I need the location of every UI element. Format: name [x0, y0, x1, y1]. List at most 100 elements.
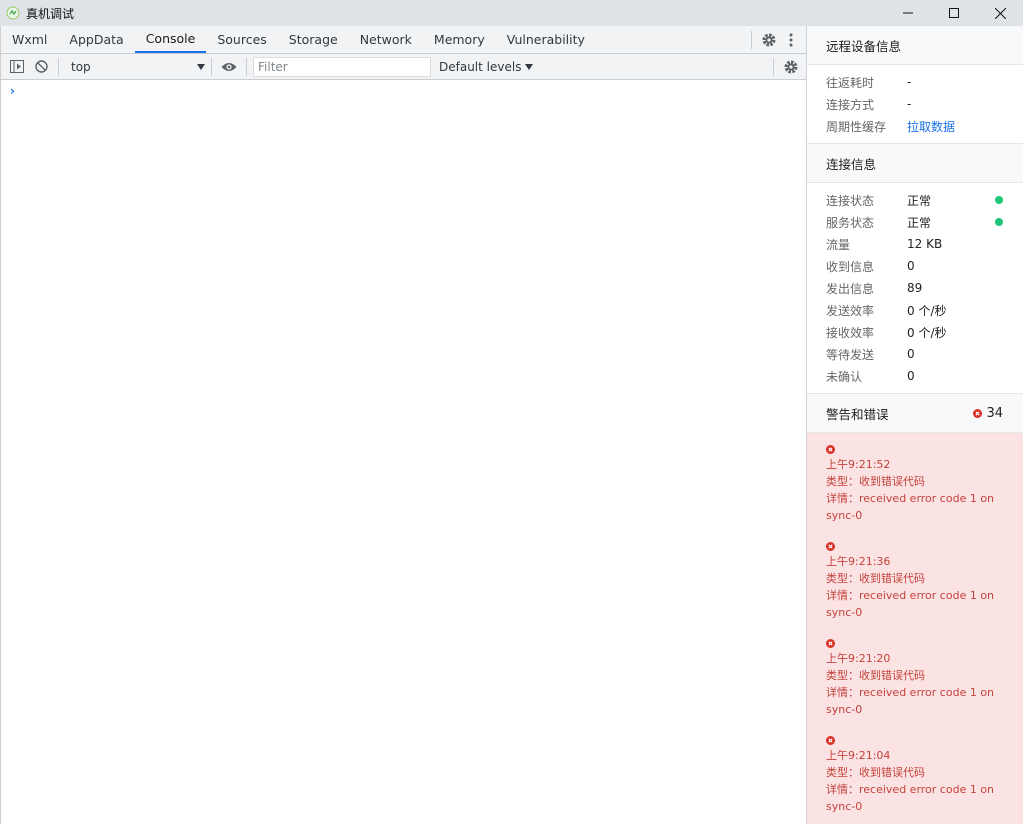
info-value: 0: [907, 347, 915, 361]
eye-icon: [221, 62, 237, 71]
info-key: 等待发送: [826, 347, 875, 362]
error-entry: 上午9:21:20 类型：收到错误代码 详情：received error co…: [826, 639, 1015, 718]
close-button[interactable]: [977, 0, 1023, 26]
tab-console[interactable]: Console: [134, 26, 207, 53]
error-entry: 上午9:21:52 类型：收到错误代码 详情：received error co…: [826, 445, 1015, 524]
sidebar-toggle-icon: [10, 60, 24, 73]
error-entry: 上午9:21:04 类型：收到错误代码 详情：received error co…: [826, 736, 1015, 815]
toggle-sidebar-button[interactable]: [6, 56, 28, 78]
status-dot: [995, 218, 1003, 226]
error-list[interactable]: 上午9:21:52 类型：收到错误代码 详情：received error co…: [807, 433, 1023, 824]
console-toolbar: top Default levels: [1, 54, 806, 80]
devtools-pane: Wxml AppData Console Sources Storage Net…: [0, 26, 806, 824]
info-value: 0 个/秒: [907, 325, 947, 340]
info-value: 0 个/秒: [907, 303, 947, 318]
error-type: 类型：收到错误代码: [826, 766, 925, 779]
error-icon: [973, 408, 983, 418]
info-row: 服务状态 正常: [807, 211, 1023, 233]
tab-sources[interactable]: Sources: [206, 26, 277, 53]
context-select[interactable]: top: [65, 60, 205, 74]
error-time: 上午9:21:20: [826, 652, 891, 665]
gear-icon: [784, 60, 798, 74]
error-entry: 上午9:21:36 类型：收到错误代码 详情：received error co…: [826, 542, 1015, 621]
maximize-button[interactable]: [931, 0, 977, 26]
error-icon: [826, 542, 835, 551]
maximize-icon: [949, 8, 959, 18]
info-key: 服务状态: [826, 215, 875, 230]
console-settings-button[interactable]: [780, 56, 802, 78]
window-title: 真机调试: [26, 6, 75, 21]
info-key: 收到信息: [826, 259, 875, 274]
info-row: 周期性缓存 拉取数据: [807, 115, 1023, 137]
dropdown-triangle-icon: [525, 63, 534, 70]
clear-console-button[interactable]: [30, 56, 52, 78]
tab-storage[interactable]: Storage: [278, 26, 349, 53]
minimize-button[interactable]: [885, 0, 931, 26]
info-value: 正常: [907, 193, 932, 208]
log-levels-select[interactable]: Default levels: [439, 60, 534, 74]
live-expression-button[interactable]: [218, 56, 240, 78]
info-value: 12 KB: [907, 237, 943, 251]
info-key: 发送效率: [826, 303, 875, 318]
tab-network[interactable]: Network: [349, 26, 423, 53]
tab-vulnerability[interactable]: Vulnerability: [496, 26, 596, 53]
info-row: 发出信息 89: [807, 277, 1023, 299]
info-key: 发出信息: [826, 281, 875, 296]
app-logo-icon: [6, 6, 20, 20]
divider: [211, 57, 212, 76]
info-value: 0: [907, 259, 915, 273]
info-key: 接收效率: [826, 325, 875, 340]
info-key: 流量: [826, 237, 851, 252]
pull-data-link[interactable]: 拉取数据: [907, 118, 955, 135]
connection-info: 连接状态 正常 服务状态 正常 流量 12 KB 收到信息 0 发出信息 89 …: [807, 183, 1023, 394]
remote-device-info: 往返耗时 - 连接方式 - 周期性缓存 拉取数据: [807, 65, 1023, 144]
info-row: 等待发送 0: [807, 343, 1023, 365]
error-time: 上午9:21:36: [826, 555, 891, 568]
more-vertical-icon: [789, 33, 793, 47]
info-row: 连接方式 -: [807, 93, 1023, 115]
divider: [751, 31, 752, 49]
warnings-errors-title: 警告和错误: [826, 406, 889, 422]
more-options-button[interactable]: [780, 29, 802, 51]
info-row: 未确认 0: [807, 365, 1023, 387]
info-value: 正常: [907, 215, 932, 230]
close-icon: [994, 7, 1006, 19]
error-icon: [826, 445, 835, 454]
settings-button[interactable]: [758, 29, 780, 51]
info-key: 连接状态: [826, 193, 875, 208]
info-row: 连接状态 正常: [807, 189, 1023, 211]
dropdown-triangle-icon: [197, 63, 205, 70]
error-type: 类型：收到错误代码: [826, 669, 925, 682]
info-value: -: [907, 75, 912, 89]
info-row: 接收效率 0 个/秒: [807, 321, 1023, 343]
remote-debug-panel: 远程设备信息 往返耗时 - 连接方式 - 周期性缓存 拉取数据 连接信息 连接状…: [806, 26, 1023, 824]
context-select-value: top: [71, 59, 91, 74]
tab-memory[interactable]: Memory: [423, 26, 496, 53]
console-output[interactable]: ›: [1, 80, 806, 823]
error-count-badge: 34: [973, 406, 1003, 421]
error-count: 34: [986, 405, 1003, 421]
tab-wxml[interactable]: Wxml: [1, 26, 58, 53]
error-type: 类型：收到错误代码: [826, 475, 925, 488]
divider: [58, 57, 59, 76]
filter-input[interactable]: [253, 56, 431, 77]
block-icon: [34, 60, 48, 73]
tab-appdata[interactable]: AppData: [58, 26, 134, 53]
error-detail: 详情：received error code 1 on sync-0: [826, 589, 995, 619]
info-value: -: [907, 97, 912, 111]
info-value: 0: [907, 369, 915, 383]
gear-icon: [762, 33, 776, 47]
error-type: 类型：收到错误代码: [826, 572, 925, 585]
minimize-icon: [903, 12, 913, 14]
info-row: 往返耗时 -: [807, 71, 1023, 93]
status-dot: [995, 196, 1003, 204]
info-row: 流量 12 KB: [807, 233, 1023, 255]
info-key: 连接方式: [826, 97, 875, 112]
info-value: 89: [907, 281, 923, 295]
info-row: 发送效率 0 个/秒: [807, 299, 1023, 321]
info-key: 往返耗时: [826, 75, 875, 90]
error-detail: 详情：received error code 1 on sync-0: [826, 783, 995, 813]
warnings-errors-header: 警告和错误 34: [807, 394, 1023, 433]
console-prompt[interactable]: ›: [10, 84, 15, 98]
info-row: 收到信息 0: [807, 255, 1023, 277]
